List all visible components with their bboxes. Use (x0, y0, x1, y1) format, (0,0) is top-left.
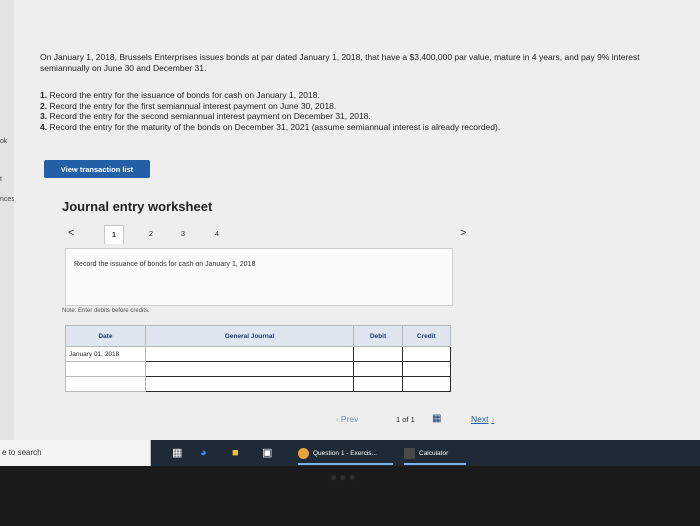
date-cell[interactable] (65, 361, 146, 377)
debit-input[interactable] (353, 346, 403, 362)
debit-input[interactable] (353, 361, 403, 377)
store-icon[interactable]: ▣ (262, 446, 272, 460)
account-input[interactable] (144, 346, 355, 362)
view-transaction-list-button[interactable]: View transaction list (44, 160, 150, 178)
task-view-icon[interactable]: ▦ (172, 446, 182, 460)
prev-tab-icon[interactable]: < (68, 227, 74, 239)
table-row (65, 376, 452, 392)
taskbar-calculator-window[interactable]: Calculator (404, 443, 466, 465)
credit-input[interactable] (401, 376, 452, 392)
grid-icon[interactable]: ▦ (432, 413, 444, 425)
tab-2[interactable]: 2 (142, 229, 160, 238)
page-indicator: 1 of 1 (396, 415, 415, 424)
next-button[interactable]: Next › (471, 414, 494, 424)
next-tab-icon[interactable]: > (460, 227, 466, 239)
col-credit: Credit (401, 325, 452, 347)
screen: ok t nces On January 1, 2018, Brussels E… (0, 0, 700, 440)
debit-input[interactable] (353, 376, 403, 392)
note-text: Note: Enter debits before credits. (62, 308, 150, 314)
monitor-bezel: ●●● (0, 466, 700, 526)
taskbar-window-label: Question 1 - Exercis... (313, 449, 377, 457)
sidebar-item[interactable]: ok (0, 138, 7, 145)
prev-button[interactable]: ‹ Prev (336, 414, 358, 424)
worksheet-title: Journal entry worksheet (62, 199, 213, 214)
calculator-icon (404, 447, 415, 459)
col-date: Date (65, 325, 146, 347)
task-list: 1. Record the entry for the issuance of … (40, 90, 660, 132)
credit-input[interactable] (401, 361, 452, 377)
instruction-box: Record the issuance of bonds for cash on… (65, 248, 453, 306)
date-cell[interactable]: January 01, 2018 (65, 346, 146, 362)
taskbar: e to search ▦ ◕ ■ ▣ Question 1 - Exercis… (0, 440, 700, 466)
question-intro: On January 1, 2018, Brussels Enterprises… (40, 52, 640, 73)
monitor-logo: ●●● (330, 470, 358, 484)
task-item: 1. Record the entry for the issuance of … (40, 90, 320, 100)
taskbar-search[interactable]: e to search (0, 440, 151, 466)
task-item: 4. Record the entry for the maturity of … (40, 121, 501, 132)
file-explorer-icon[interactable]: ■ (232, 446, 239, 460)
journal-table: Date General Journal Debit Credit Januar… (65, 325, 452, 392)
col-general-journal: General Journal (144, 325, 355, 347)
date-cell[interactable] (65, 376, 146, 392)
chevron-left-icon: ‹ (336, 414, 339, 424)
sidebar-item[interactable]: t (0, 176, 2, 183)
credit-input[interactable] (401, 346, 452, 362)
taskbar-window-label: Calculator (419, 449, 449, 457)
table-header-row: Date General Journal Debit Credit (65, 325, 452, 347)
table-row: January 01, 2018 (65, 346, 452, 362)
task-item: 2. Record the entry for the first semian… (40, 100, 337, 111)
chevron-right-icon: › (491, 414, 495, 424)
tab-3[interactable]: 3 (174, 229, 192, 238)
pagination: ‹ Prev 1 of 1 ▦ Next › (14, 410, 700, 432)
search-placeholder: e to search (2, 448, 42, 457)
task-item: 3. Record the entry for the second semia… (40, 111, 371, 121)
tab-1[interactable]: 1 (104, 225, 124, 244)
question-panel: On January 1, 2018, Brussels Enterprises… (14, 0, 700, 440)
taskbar-chrome-window[interactable]: Question 1 - Exercis... (298, 443, 393, 465)
instruction-text: Record the issuance of bonds for cash on… (74, 261, 256, 268)
left-sidebar-strip: ok t nces (0, 0, 15, 440)
account-input[interactable] (144, 376, 355, 392)
chrome-icon (298, 447, 309, 459)
sidebar-item[interactable]: nces (0, 196, 15, 203)
worksheet-tabs: < 1 2 3 4 > (62, 225, 482, 245)
table-row (65, 361, 452, 377)
tab-4[interactable]: 4 (208, 229, 226, 238)
col-debit: Debit (353, 325, 403, 347)
account-input[interactable] (144, 361, 355, 377)
edge-browser-icon[interactable]: ◕ (200, 446, 207, 460)
